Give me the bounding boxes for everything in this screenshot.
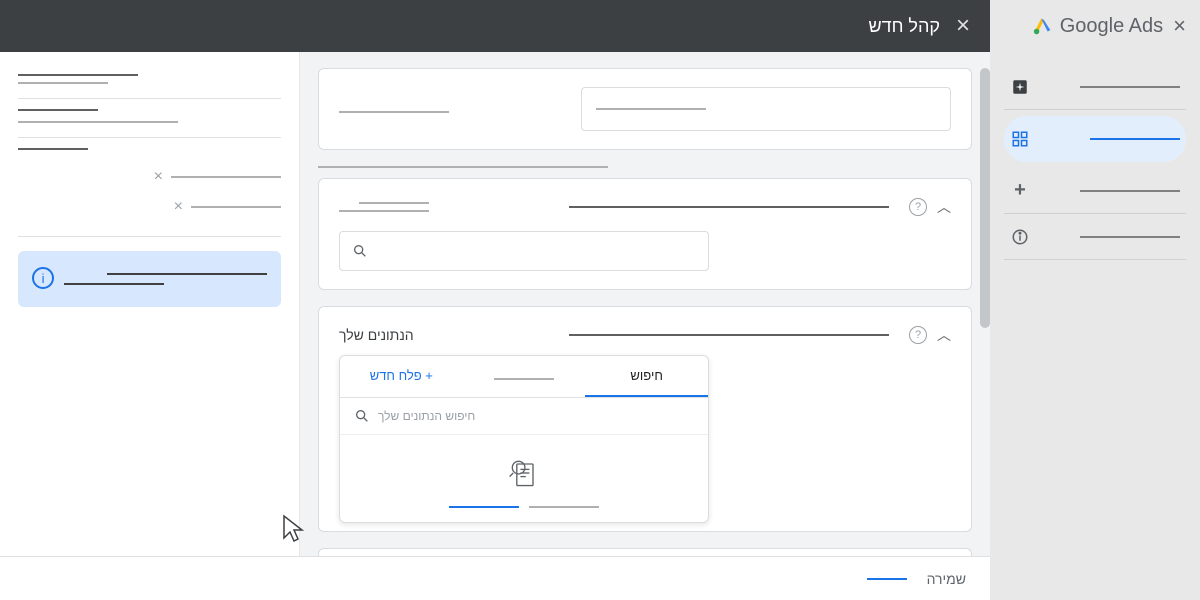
chevron-up-icon[interactable]: ︿ bbox=[937, 197, 951, 217]
modal-header: × קהל חדש bbox=[0, 0, 990, 52]
sparkle-icon bbox=[1010, 77, 1030, 97]
background-panel: × Google Ads + bbox=[990, 0, 1200, 600]
close-icon[interactable]: × bbox=[1173, 13, 1186, 39]
empty-state bbox=[340, 435, 708, 522]
grid-icon bbox=[1010, 129, 1030, 149]
audience-name-input[interactable] bbox=[581, 87, 951, 131]
segment-card-1: ︿ ? bbox=[318, 178, 972, 290]
audience-modal: × קהל חדש bbox=[0, 0, 990, 600]
main-content: ︿ ? ︿ ? bbox=[300, 52, 990, 600]
brand-text: Google Ads bbox=[1060, 15, 1163, 38]
info-banner: i bbox=[18, 251, 281, 307]
info-icon bbox=[1010, 227, 1030, 247]
search-icon bbox=[354, 408, 370, 424]
scrollbar[interactable] bbox=[980, 68, 990, 328]
remove-tag-icon[interactable]: × bbox=[154, 168, 163, 186]
remove-tag-icon[interactable]: × bbox=[174, 198, 183, 216]
tabs-bar: חיפוש + פלח חדש bbox=[340, 356, 708, 398]
ads-logo-icon bbox=[1032, 15, 1054, 37]
right-nav: + bbox=[990, 52, 1200, 272]
nav-item-add[interactable]: + bbox=[1004, 168, 1186, 214]
modal-footer: שמירה bbox=[0, 556, 990, 600]
app-header: × Google Ads bbox=[990, 0, 1200, 52]
footer-action[interactable] bbox=[867, 578, 907, 580]
section-label bbox=[318, 166, 968, 168]
nav-item-campaigns[interactable] bbox=[1004, 116, 1186, 162]
your-data-card: ︿ ? הנתונים שלך חיפוש + פלח חדש חיפוש הנ… bbox=[318, 306, 972, 532]
data-search-input[interactable]: חיפוש הנתונים שלך bbox=[340, 398, 708, 435]
name-card bbox=[318, 68, 972, 150]
google-ads-logo: Google Ads bbox=[1032, 15, 1163, 38]
document-search-icon bbox=[506, 455, 542, 491]
nav-item-create[interactable] bbox=[1004, 64, 1186, 110]
modal-close-icon[interactable]: × bbox=[956, 12, 970, 40]
summary-block-3: × × bbox=[18, 148, 281, 222]
nav-item-info[interactable] bbox=[1004, 214, 1186, 260]
tab-search[interactable]: חיפוש bbox=[585, 356, 708, 397]
summary-sidebar: × × i bbox=[0, 52, 300, 600]
modal-title: קהל חדש bbox=[868, 16, 940, 37]
summary-block-2 bbox=[18, 109, 281, 123]
your-data-title: הנתונים שלך bbox=[339, 327, 414, 343]
search-icon bbox=[352, 243, 368, 259]
tab-new-segment[interactable]: + פלח חדש bbox=[340, 356, 463, 397]
tag-item-2: × bbox=[18, 192, 281, 222]
help-icon[interactable]: ? bbox=[909, 198, 927, 216]
plus-icon: + bbox=[1010, 181, 1030, 201]
tab-browse[interactable] bbox=[463, 356, 586, 397]
help-icon[interactable]: ? bbox=[909, 326, 927, 344]
chevron-up-icon[interactable]: ︿ bbox=[937, 325, 951, 345]
tag-item-1: × bbox=[18, 162, 281, 192]
summary-block-1 bbox=[18, 74, 281, 84]
data-tabs-popup: חיפוש + פלח חדש חיפוש הנתונים שלך bbox=[339, 355, 709, 523]
segment-search-input[interactable] bbox=[339, 231, 709, 271]
save-button[interactable]: שמירה bbox=[927, 571, 966, 587]
search-placeholder: חיפוש הנתונים שלך bbox=[378, 409, 475, 423]
info-icon: i bbox=[32, 267, 54, 289]
